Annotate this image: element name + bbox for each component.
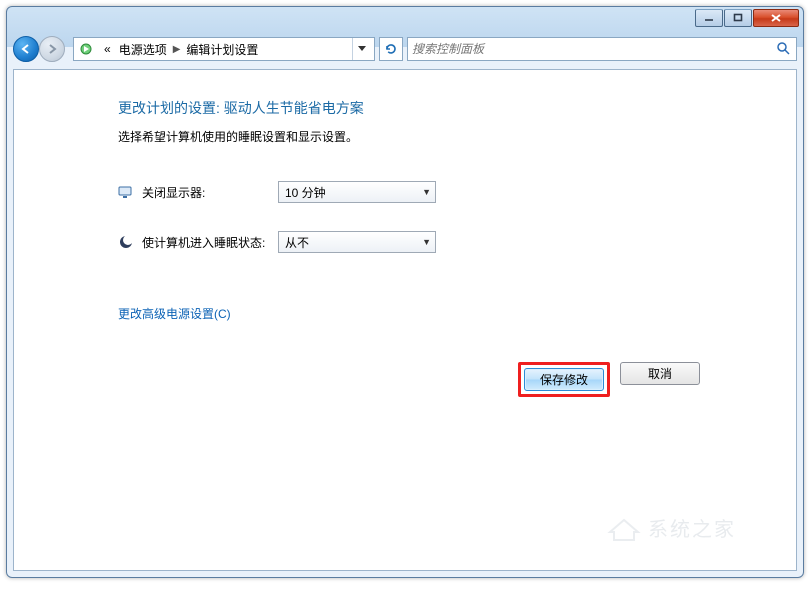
display-off-value: 10 分钟 xyxy=(285,184,326,201)
history-dropdown-button[interactable] xyxy=(352,38,370,60)
breadcrumb-item[interactable]: 电源选项 xyxy=(115,41,171,58)
close-icon xyxy=(770,13,782,23)
window-frame: « 电源选项 ▶ 编辑计划设置 更改计划的设置: 驱动人生节能省电方案 xyxy=(6,6,804,578)
page-title: 更改计划的设置: 驱动人生节能省电方案 xyxy=(118,98,716,118)
chevron-down-icon: ▼ xyxy=(422,187,431,197)
breadcrumb-item[interactable]: 编辑计划设置 xyxy=(182,41,262,58)
display-off-dropdown[interactable]: 10 分钟 ▼ xyxy=(278,181,436,203)
breadcrumb-prefix: « xyxy=(100,42,115,56)
maximize-icon xyxy=(733,13,743,23)
search-input[interactable] xyxy=(412,42,776,56)
highlight-box: 保存修改 xyxy=(518,362,610,397)
page-subtitle: 选择希望计算机使用的睡眠设置和显示设置。 xyxy=(118,128,716,145)
navbar: « 电源选项 ▶ 编辑计划设置 xyxy=(7,33,803,65)
arrow-right-icon xyxy=(45,42,59,56)
moon-icon xyxy=(118,234,134,250)
setting-row-sleep: 使计算机进入睡眠状态: 从不 ▼ xyxy=(118,231,716,253)
power-plan-icon xyxy=(78,41,94,57)
action-buttons: 保存修改 取消 xyxy=(118,362,716,397)
search-icon[interactable] xyxy=(776,41,792,57)
refresh-icon xyxy=(384,42,398,56)
minimize-icon xyxy=(704,13,714,23)
forward-button xyxy=(39,36,65,62)
sleep-value: 从不 xyxy=(285,234,309,251)
save-button[interactable]: 保存修改 xyxy=(524,368,604,391)
advanced-power-settings-link[interactable]: 更改高级电源设置(C) xyxy=(118,305,231,322)
back-button[interactable] xyxy=(13,36,39,62)
watermark: 系统之家 xyxy=(606,513,736,542)
nav-buttons xyxy=(13,35,69,63)
display-off-label: 关闭显示器: xyxy=(142,184,278,201)
sleep-label: 使计算机进入睡眠状态: xyxy=(142,234,278,251)
arrow-left-icon xyxy=(19,42,33,56)
search-box[interactable] xyxy=(407,37,797,61)
setting-row-display-off: 关闭显示器: 10 分钟 ▼ xyxy=(118,181,716,203)
chevron-down-icon xyxy=(358,46,366,52)
maximize-button[interactable] xyxy=(724,9,752,27)
chevron-down-icon: ▼ xyxy=(422,237,431,247)
watermark-text: 系统之家 xyxy=(648,513,736,542)
minimize-button[interactable] xyxy=(695,9,723,27)
refresh-button[interactable] xyxy=(379,37,403,61)
content-pane: 更改计划的设置: 驱动人生节能省电方案 选择希望计算机使用的睡眠设置和显示设置。… xyxy=(13,69,797,571)
titlebar xyxy=(7,7,803,33)
sleep-dropdown[interactable]: 从不 ▼ xyxy=(278,231,436,253)
watermark-logo-icon xyxy=(606,514,642,542)
cancel-button[interactable]: 取消 xyxy=(620,362,700,385)
address-bar[interactable]: « 电源选项 ▶ 编辑计划设置 xyxy=(73,37,375,61)
chevron-right-icon[interactable]: ▶ xyxy=(171,44,183,55)
close-button[interactable] xyxy=(753,9,799,27)
monitor-icon xyxy=(118,184,134,200)
